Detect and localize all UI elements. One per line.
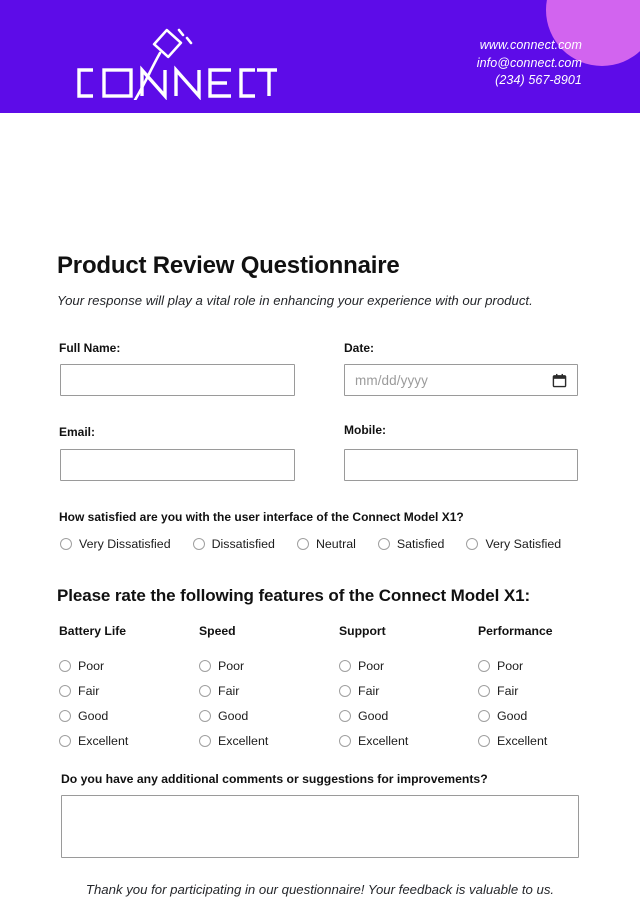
rating-option-label: Excellent [78,733,129,748]
email-input[interactable] [60,449,295,481]
radio-button-icon[interactable] [478,734,490,747]
radio-button-icon[interactable] [59,684,71,697]
rating-option-label: Fair [497,683,519,698]
radio-button-icon[interactable] [339,684,351,697]
rating-option-label: Fair [358,683,380,698]
rating-option-label: Good [358,708,389,723]
satisfaction-option-label: Dissatisfied [211,537,275,551]
rating-column-header: Support [339,624,386,638]
rating-option[interactable]: Fair [199,678,268,703]
date-input[interactable]: mm/dd/yyyy [344,364,578,396]
comments-textarea[interactable] [61,795,579,858]
rating-option[interactable]: Good [478,703,553,728]
radio-button-icon[interactable] [59,659,71,672]
contact-website[interactable]: www.connect.com [477,37,582,55]
rating-column: Performance Poor Fair Good Excellent [478,624,553,753]
rating-option-label: Good [218,708,249,723]
radio-button-icon[interactable] [60,538,72,550]
rating-option[interactable]: Excellent [478,728,553,753]
rating-option[interactable]: Poor [339,653,408,678]
radio-button-icon[interactable] [199,684,211,697]
radio-button-icon[interactable] [296,538,309,550]
mobile-label: Mobile: [344,423,386,437]
ratings-section-title: Please rate the following features of th… [57,586,531,605]
rating-option-label: Poor [497,658,524,673]
satisfaction-option[interactable]: Dissatisfied [192,537,275,551]
satisfaction-option[interactable]: Very Satisfied [466,537,561,551]
rating-option[interactable]: Excellent [199,728,268,753]
radio-button-icon[interactable] [466,538,479,550]
page-title: Product Review Questionnaire [57,252,400,279]
footer-thank-you-note: Thank you for participating in our quest… [85,882,555,897]
page-subtitle: Your response will play a vital role in … [57,293,533,308]
rating-column-header: Battery Life [59,624,127,638]
contact-email[interactable]: info@connect.com [477,55,582,73]
rating-option[interactable]: Good [199,703,268,728]
radio-button-icon[interactable] [478,659,490,672]
rating-option[interactable]: Good [339,703,408,728]
rating-option[interactable]: Fair [339,678,408,703]
rating-option[interactable]: Poor [199,653,268,678]
rating-option-label: Fair [218,683,240,698]
rating-column-header: Speed [199,624,236,638]
radio-button-icon[interactable] [478,684,490,697]
full-name-label: Full Name: [59,341,121,355]
radio-button-icon[interactable] [339,734,351,747]
brand-logo [57,26,277,100]
rating-option-label: Excellent [358,733,409,748]
satisfaction-radio-group[interactable]: Very Dissatisfied Dissatisfied Neutral Sati… [60,537,561,551]
radio-button-icon[interactable] [59,709,71,722]
rating-option-label: Excellent [497,733,548,748]
satisfaction-option-label: Very Dissatisfied [79,537,171,551]
rating-option-label: Good [497,708,528,723]
mobile-input[interactable] [344,449,578,481]
radio-button-icon[interactable] [59,734,71,747]
full-name-input[interactable] [60,364,295,396]
satisfaction-option-label: Neutral [315,537,356,551]
rating-option-label: Fair [78,683,100,698]
rating-column: Speed Poor Fair Good Excellent [199,624,268,753]
rating-option[interactable]: Fair [59,678,128,703]
rating-option-label: Poor [78,658,105,673]
satisfaction-option[interactable]: Very Dissatisfied [60,537,171,551]
rating-option-label: Poor [218,658,245,673]
satisfaction-option[interactable]: Satisfied [377,537,445,551]
rating-option[interactable]: Fair [478,678,553,703]
rating-option-label: Good [78,708,109,723]
calendar-icon[interactable] [552,373,567,388]
rating-column-header: Performance [478,624,553,638]
radio-button-icon[interactable] [339,659,351,672]
radio-button-icon[interactable] [192,538,205,550]
rating-column: Support Poor Fair Good Excellent [339,624,408,753]
radio-button-icon[interactable] [199,659,211,672]
email-label: Email: [59,425,96,439]
rating-option[interactable]: Poor [478,653,553,678]
contact-phone[interactable]: (234) 567-8901 [477,72,582,90]
rating-option[interactable]: Excellent [59,728,128,753]
date-placeholder: mm/dd/yyyy [355,372,429,388]
satisfaction-option-label: Very Satisfied [485,537,562,551]
rating-option[interactable]: Excellent [339,728,408,753]
radio-button-icon[interactable] [339,709,351,722]
rating-column: Battery Life Poor Fair Good Excellent [59,624,128,753]
page-header: www.connect.com info@connect.com (234) 5… [0,0,640,113]
rating-option-label: Poor [358,658,385,673]
radio-button-icon[interactable] [377,538,390,550]
date-label: Date: [344,341,375,355]
radio-button-icon[interactable] [199,734,211,747]
rating-option-label: Excellent [218,733,269,748]
radio-button-icon[interactable] [199,709,211,722]
rating-option[interactable]: Poor [59,653,128,678]
rating-option[interactable]: Good [59,703,128,728]
comments-label: Do you have any additional comments or s… [61,772,488,786]
satisfaction-question-label: How satisfied are you with the user inte… [59,510,464,524]
radio-button-icon[interactable] [478,709,490,722]
header-contact-info: www.connect.com info@connect.com (234) 5… [477,37,582,90]
satisfaction-option-label: Satisfied [396,537,445,551]
satisfaction-option[interactable]: Neutral [296,537,356,551]
